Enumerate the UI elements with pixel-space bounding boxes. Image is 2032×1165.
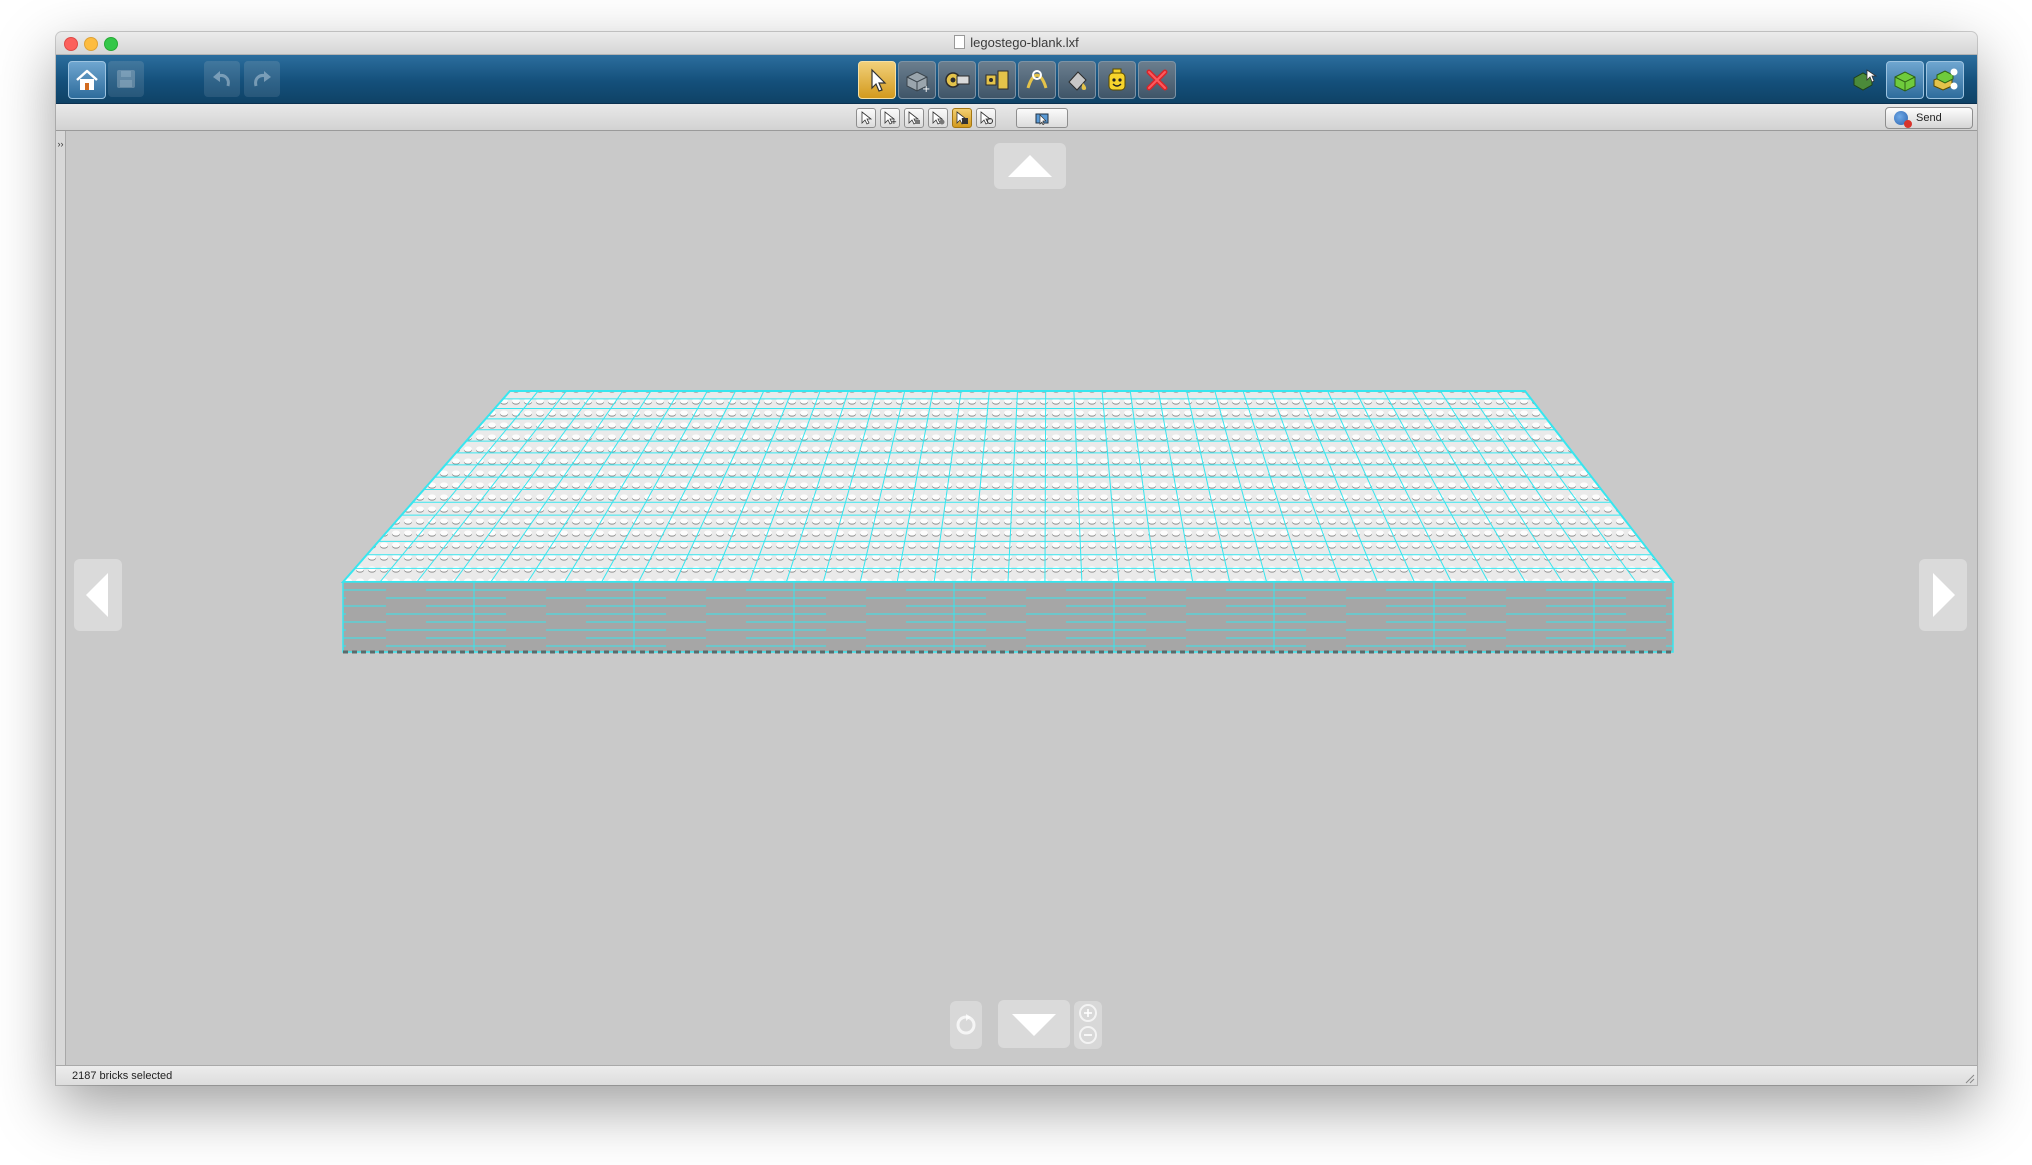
cursor-arrow-icon [861, 111, 872, 125]
invert-select-icon [980, 111, 993, 125]
multi-select-icon: + [884, 111, 897, 125]
baseplate-top-surface[interactable] [343, 391, 1673, 582]
svg-text:+: + [922, 84, 930, 93]
floppy-disk-icon [117, 70, 135, 88]
hinge-tool-button[interactable] [938, 61, 976, 99]
decorate-tool-button[interactable] [1098, 61, 1136, 99]
brick-mode-button[interactable] [1846, 61, 1882, 97]
build-guide-icon [1933, 68, 1958, 91]
cursor-arrow-icon [871, 68, 887, 92]
main-toolbar: + [56, 55, 1977, 104]
window-title: legostego-blank.lxf [56, 35, 1977, 50]
same-brick-select-mode-button[interactable] [952, 108, 972, 128]
paint-tool-button[interactable] [1058, 61, 1096, 99]
same-color-select-mode-button[interactable] [928, 108, 948, 128]
send-button-label: Send [1916, 112, 1942, 124]
hinge-align-tool-button[interactable] [978, 61, 1016, 99]
rotate-left-button[interactable] [74, 559, 122, 631]
invert-select-mode-button[interactable] [976, 108, 996, 128]
single-select-mode-button[interactable] [856, 108, 876, 128]
clone-brick-icon: + [906, 71, 930, 93]
status-text: 2187 bricks selected [72, 1070, 173, 1082]
undo-arrow-icon [213, 71, 230, 87]
rotate-down-button[interactable] [998, 1000, 1070, 1048]
sidebar-expand-toggle[interactable]: ›› [56, 131, 66, 1065]
redo-arrow-icon [254, 71, 271, 87]
red-x-delete-icon [1146, 69, 1168, 91]
undo-button[interactable] [204, 61, 240, 97]
delete-tool-button[interactable] [1138, 61, 1176, 99]
rotate-up-button[interactable] [994, 143, 1066, 189]
build-guide-button[interactable] [1926, 61, 1964, 99]
triangle-left-icon [86, 573, 108, 617]
hinge-align-icon [985, 70, 1009, 90]
brick-select-icon [956, 111, 968, 125]
flex-tool-icon [1026, 70, 1048, 89]
double-chevron-right-icon: ›› [57, 139, 64, 149]
status-bar: 2187 bricks selected [56, 1065, 1977, 1085]
view-mode-button[interactable] [1886, 61, 1924, 99]
rotate-reset-icon [956, 1014, 976, 1035]
select-tool-button[interactable] [858, 61, 896, 99]
clone-tool-button[interactable]: + [898, 61, 936, 99]
window-title-text: legostego-blank.lxf [970, 35, 1079, 50]
home-icon [76, 69, 98, 90]
baseplate-front-face[interactable] [343, 582, 1673, 652]
globe-icon [1894, 111, 1912, 128]
paint-bucket-icon [1068, 71, 1087, 91]
zoom-in-icon[interactable] [1079, 1004, 1097, 1022]
flex-tool-button[interactable] [1018, 61, 1056, 99]
camera-mode-button[interactable] [1016, 108, 1068, 128]
home-button[interactable] [68, 61, 106, 99]
hinge-icon [945, 72, 970, 88]
document-icon [954, 35, 966, 49]
color-select-icon [932, 111, 945, 125]
connected-select-icon [908, 111, 920, 125]
save-button[interactable] [108, 61, 144, 97]
3d-viewport[interactable] [66, 131, 1977, 1065]
zoom-out-icon[interactable] [1079, 1026, 1097, 1044]
rotate-right-button[interactable] [1919, 559, 1967, 631]
green-brick-icon [1894, 71, 1916, 92]
minifig-head-icon [1108, 68, 1126, 91]
brick-cursor-icon [1853, 69, 1878, 91]
reset-view-button[interactable] [950, 1001, 982, 1049]
baseplate-model[interactable] [66, 131, 1977, 1065]
camera-cursor-icon [1035, 113, 1049, 125]
svg-text:+: + [891, 118, 897, 125]
triangle-up-icon [1008, 155, 1052, 177]
multi-select-mode-button[interactable]: + [880, 108, 900, 128]
zoom-control [1074, 1001, 1102, 1049]
selection-mode-bar: + Send [56, 104, 1977, 131]
send-button[interactable]: Send [1885, 107, 1973, 129]
triangle-down-icon [1012, 1014, 1056, 1036]
redo-button[interactable] [244, 61, 280, 97]
triangle-right-icon [1933, 573, 1955, 617]
connected-select-mode-button[interactable] [904, 108, 924, 128]
title-bar: legostego-blank.lxf [56, 32, 1977, 55]
resize-grip-icon[interactable] [1965, 1074, 1975, 1084]
app-window: legostego-blank.lxf + + Send ›› 2187 bri… [56, 32, 1977, 1085]
